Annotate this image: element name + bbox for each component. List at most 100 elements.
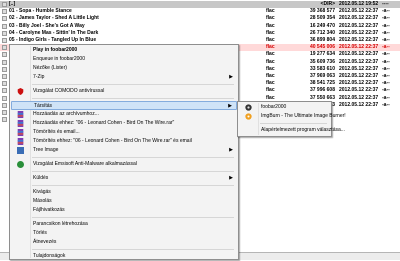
menu-item[interactable]: Play in foobar2000 xyxy=(11,46,237,55)
menu-item[interactable]: Tree Image ▶ xyxy=(11,146,237,155)
menu-item-label: Tömörítés és email... xyxy=(33,129,80,135)
file-attr: -a-- xyxy=(382,87,390,94)
file-date: 2012.05.12 22:37 xyxy=(339,22,379,29)
menu-item[interactable]: Parancsikon létrehozása xyxy=(11,220,237,229)
file-attr: -a-- xyxy=(382,8,390,15)
shield-icon xyxy=(17,88,24,95)
menu-item[interactable]: Vizsgálat COMODO antivírussal xyxy=(11,87,237,96)
menu-item-label: Nézőke (Lister) xyxy=(33,65,67,71)
file-size: 28 509 354 xyxy=(309,15,335,22)
file-row[interactable]: 03 - Billy Joel - She's Got A Way flac 16 … xyxy=(0,23,400,30)
file-icon xyxy=(2,9,7,15)
menu-separator xyxy=(32,84,234,85)
file-icon xyxy=(2,88,7,94)
file-ext: flac xyxy=(266,87,275,94)
tree-icon xyxy=(17,147,24,154)
file-ext: flac xyxy=(266,37,275,43)
file-name: 02 - James Taylor - Shed A Little Light xyxy=(9,15,99,22)
file-name: 04 - Carolyne Mas - Sittin' In The Dark xyxy=(9,29,99,36)
file-icon xyxy=(2,16,7,22)
file-date: 2012.05.12 22:37 xyxy=(339,80,379,87)
file-ext: flac xyxy=(266,29,275,36)
menu-item[interactable]: Fájlhivatkozás xyxy=(11,206,237,215)
menu-item[interactable]: Átnevezés xyxy=(11,238,237,247)
file-date: 2012.05.12 22:37 xyxy=(339,65,379,72)
file-icon xyxy=(2,102,7,108)
menu-item[interactable]: Tulajdonságok xyxy=(11,252,237,261)
file-ext: flac xyxy=(266,58,275,65)
file-size: 37 996 608 xyxy=(309,87,335,94)
file-icon xyxy=(2,81,7,87)
file-date: 2012.05.12 22:37 xyxy=(339,29,379,36)
file-row[interactable]: [..] <DIR> 2012.05.12 19:52 ---- xyxy=(0,1,400,8)
file-attr: -a-- xyxy=(382,29,390,36)
menu-item-label: Enqueue in foobar2000 xyxy=(33,56,85,62)
menu-item[interactable]: Másolás xyxy=(11,197,237,206)
menu-item[interactable]: Vizsgálat Emsisoft Anti-Malware alkalmaz… xyxy=(11,160,237,169)
file-ext: flac xyxy=(266,73,275,79)
file-row[interactable]: 02 - James Taylor - Shed A Little Light f… xyxy=(0,15,400,22)
menu-separator xyxy=(32,249,234,250)
file-attr: -a-- xyxy=(382,94,390,101)
menu-item[interactable]: Tömörítés és email... xyxy=(11,128,237,137)
file-size: 37 969 063 xyxy=(309,73,335,79)
menu-separator xyxy=(32,98,234,99)
file-date: 2012.05.12 22:37 xyxy=(339,58,379,65)
menu-item[interactable]: ImgBurn - The Ultimate Image Burner! xyxy=(239,112,346,121)
file-icon xyxy=(2,117,7,123)
file-date: 2012.05.12 22:37 xyxy=(339,44,379,51)
archive-icon xyxy=(17,138,24,145)
menu-separator xyxy=(32,171,234,172)
file-icon xyxy=(2,74,7,79)
menu-item[interactable]: Tömörítés ehhez: "06 - Leonard Cohen - B… xyxy=(11,137,237,146)
submenu-arrow-icon: ▶ xyxy=(229,147,233,153)
menu-item-label: Alapértelmezett program választása... xyxy=(261,127,345,133)
foobar-icon xyxy=(245,104,252,111)
file-row[interactable]: 04 - Carolyne Mas - Sittin' In The Dark f… xyxy=(0,30,400,37)
file-name: 03 - Billy Joel - She's Got A Way xyxy=(9,22,85,29)
menu-item-label: Fájlhivatkozás xyxy=(33,207,65,213)
menu-item-label: foobar2000 xyxy=(261,104,287,110)
archive-icon xyxy=(17,120,24,127)
file-name: [..] xyxy=(9,1,16,7)
menu-item-label: Kivágás xyxy=(33,189,51,195)
menu-item[interactable]: Társítás ▶ xyxy=(11,101,237,110)
file-attr: -a-- xyxy=(382,101,390,108)
menu-item[interactable]: foobar2000 xyxy=(239,103,330,112)
file-size: 40 545 006 xyxy=(309,44,335,51)
menu-item[interactable]: Hozzáadás ehhez: "06 - Leonard Cohen - B… xyxy=(11,119,237,128)
file-icon xyxy=(2,59,7,65)
menu-item-label: Parancsikon létrehozása xyxy=(33,221,88,227)
menu-item-label: Másolás xyxy=(33,198,52,204)
file-row[interactable]: 05 - Indigo Girls - Tangled Up In Blue fl… xyxy=(0,37,400,44)
file-ext: flac xyxy=(266,8,275,15)
file-date: 2012.05.12 22:37 xyxy=(339,51,379,58)
menu-item[interactable]: Kivágás xyxy=(11,188,237,197)
file-attr: -a-- xyxy=(382,51,390,58)
menu-item[interactable]: Küldés ▶ xyxy=(11,174,237,183)
menu-item[interactable]: Enqueue in foobar2000 xyxy=(11,55,237,64)
menu-item-label: Tree Image xyxy=(33,147,59,153)
file-date: 2012.05.12 19:52 xyxy=(339,1,379,7)
imgburn-icon xyxy=(245,113,252,120)
file-icon xyxy=(2,95,7,101)
menu-item[interactable]: Hozzáadás az archívumhoz... xyxy=(11,110,237,119)
menu-item-label: Tömörítés ehhez: "06 - Leonard Cohen - B… xyxy=(33,138,192,144)
file-row[interactable]: 01 - Sopa - Humble Stance flac 39 368 577 2… xyxy=(0,8,400,15)
file-date: 2012.05.12 22:37 xyxy=(339,101,379,108)
file-ext: flac xyxy=(266,22,275,29)
file-size: 16 249 470 xyxy=(309,22,335,29)
file-icon xyxy=(2,30,7,36)
file-attr: -a-- xyxy=(382,37,390,43)
file-size: 39 368 577 xyxy=(309,8,335,15)
menu-item[interactable]: Törlés xyxy=(11,229,237,238)
file-date: 2012.05.12 22:37 xyxy=(339,73,379,79)
submenu-arrow-icon: ▶ xyxy=(229,74,233,80)
menu-item[interactable]: Alapértelmezett program választása... xyxy=(239,126,345,135)
menu-item[interactable]: 7-Zip ▶ xyxy=(11,73,237,82)
file-attr: ---- xyxy=(382,1,389,7)
file-icon xyxy=(2,52,7,58)
file-name: 05 - Indigo Girls - Tangled Up In Blue xyxy=(9,37,97,43)
submenu-arrow-icon: ▶ xyxy=(229,175,233,181)
menu-item[interactable]: Nézőke (Lister) xyxy=(11,64,237,73)
